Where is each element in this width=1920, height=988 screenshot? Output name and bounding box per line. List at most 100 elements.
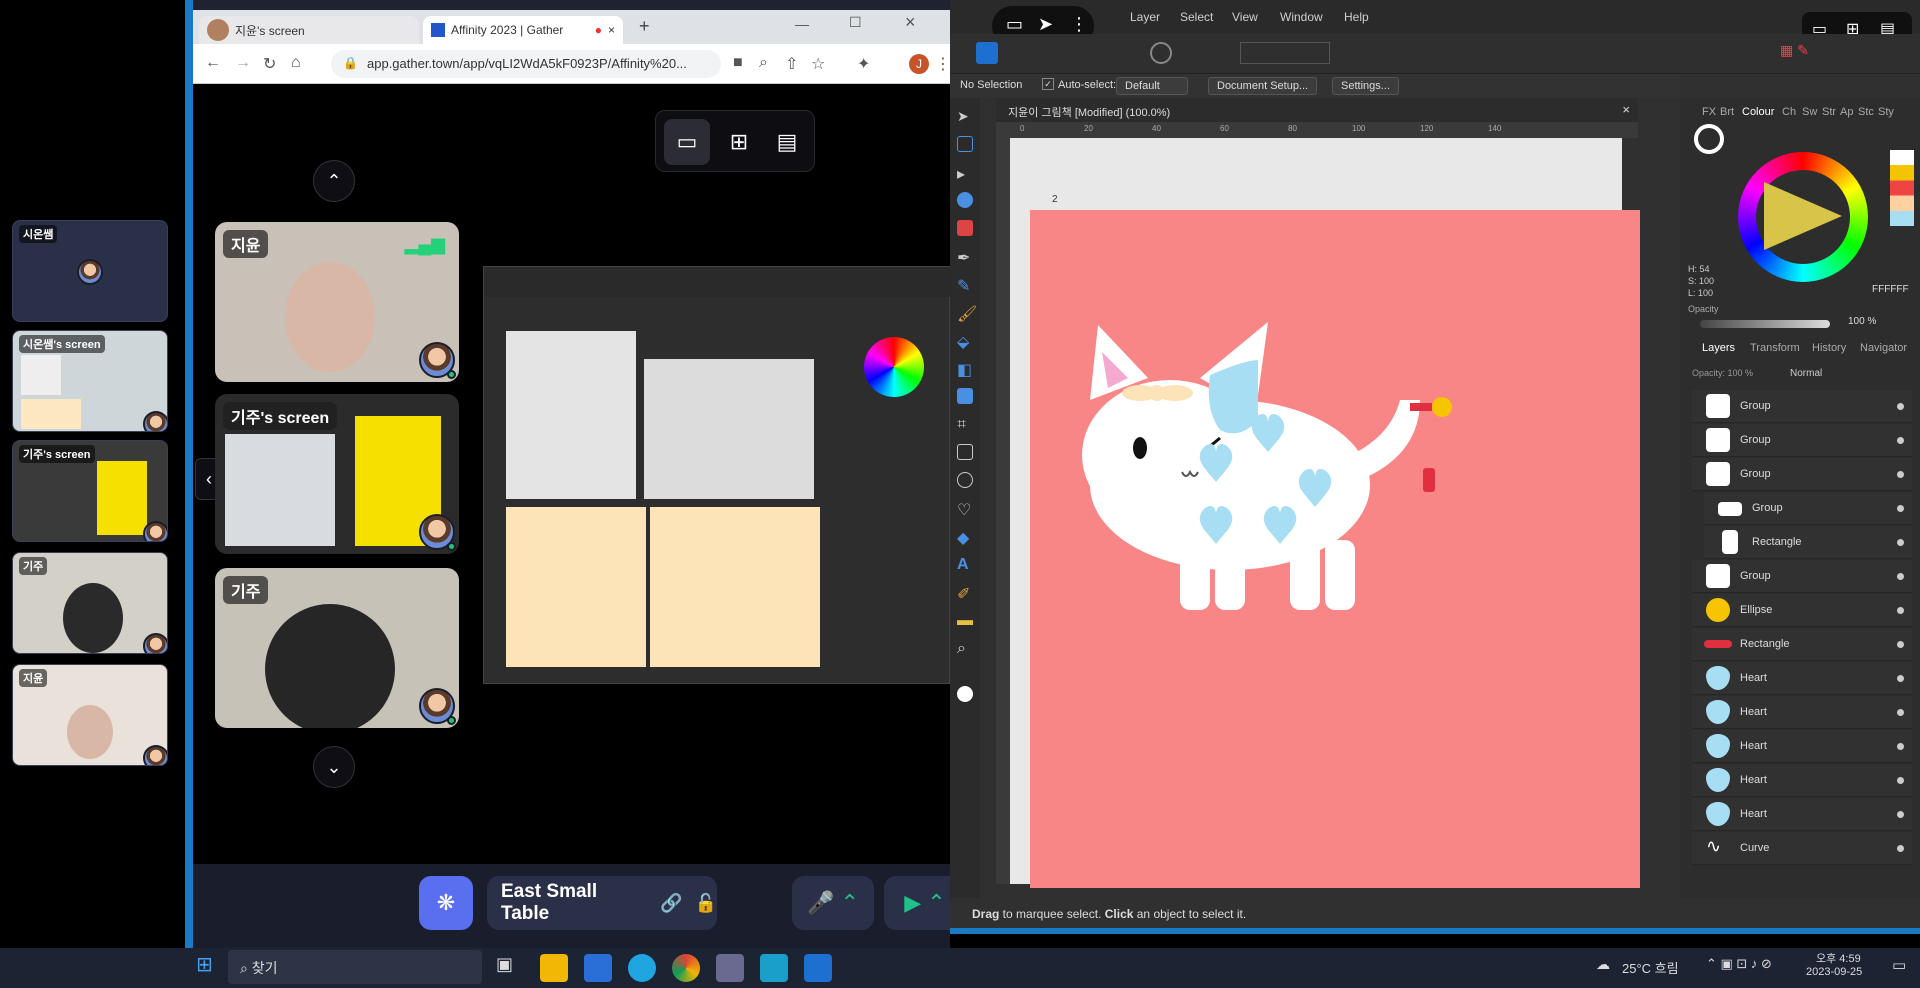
layer-row[interactable]: Rectangle <box>1692 628 1912 661</box>
settings-button[interactable]: Settings... <box>1332 77 1399 95</box>
layer-row[interactable]: Heart <box>1692 662 1912 695</box>
monitor-icon[interactable]: ▭ <box>664 119 710 165</box>
menu-help[interactable]: Help <box>1344 10 1369 24</box>
screen-share-tile[interactable]: 기주's screen <box>12 440 168 542</box>
screen-share-tile[interactable]: 시온쌤's screen <box>12 330 168 432</box>
menu-view[interactable]: View <box>1232 10 1258 24</box>
windows-start-icon[interactable]: ⊞ <box>196 952 213 977</box>
unlock-icon[interactable]: 🔓 <box>695 893 717 914</box>
opacity-value[interactable]: 100 % <box>1848 316 1876 327</box>
layer-row[interactable]: Group <box>1704 492 1912 525</box>
panel-tab[interactable]: FX <box>1702 106 1716 118</box>
move-tool-icon[interactable]: ➤ <box>957 108 973 124</box>
close-icon[interactable]: × <box>608 23 615 37</box>
layer-row[interactable]: Rectangle <box>1704 526 1912 559</box>
cursor-icon[interactable]: ➤ <box>1038 14 1053 35</box>
visibility-icon[interactable] <box>1897 573 1904 580</box>
visibility-icon[interactable] <box>1897 539 1904 546</box>
visibility-icon[interactable] <box>1897 743 1904 750</box>
ruler-tool-icon[interactable]: ▬ <box>957 612 973 629</box>
file-explorer-icon[interactable] <box>540 954 568 982</box>
close-window-icon[interactable]: × <box>905 12 916 33</box>
app-icon[interactable] <box>716 954 744 982</box>
visibility-icon[interactable] <box>1897 811 1904 818</box>
crop-tool-icon[interactable]: ⌗ <box>957 416 973 433</box>
opacity-slider[interactable] <box>1700 320 1830 328</box>
panel-tab[interactable]: Ap <box>1840 106 1853 118</box>
bookmark-icon[interactable]: ☆ <box>811 54 825 74</box>
heart-tool-icon[interactable]: ♡ <box>957 500 973 519</box>
zoom-icon[interactable]: ⌕ <box>759 54 768 72</box>
place-image-icon[interactable] <box>957 388 973 404</box>
screen-share-tile[interactable]: 기주's screen <box>215 394 459 554</box>
colour-wheel[interactable] <box>1738 152 1868 282</box>
visibility-icon[interactable] <box>1897 437 1904 444</box>
task-view-icon[interactable]: ▣ <box>496 954 524 982</box>
reload-icon[interactable]: ↻ <box>263 54 276 74</box>
artboard[interactable] <box>1030 210 1640 888</box>
video-tile[interactable]: 기주 <box>215 568 459 728</box>
tab-screen[interactable]: 지윤's screen <box>199 16 419 44</box>
panel-tab[interactable]: Ch <box>1782 106 1796 118</box>
visibility-icon[interactable] <box>1897 607 1904 614</box>
ellipse-tool-icon[interactable] <box>957 472 973 488</box>
layer-row[interactable]: ∿ Curve <box>1692 832 1912 865</box>
layer-row[interactable]: Group <box>1692 458 1912 491</box>
visibility-icon[interactable] <box>1897 709 1904 716</box>
grid-icon[interactable]: ⊞ <box>716 119 762 165</box>
menu-window[interactable]: Window <box>1280 10 1323 24</box>
auto-select-dropdown[interactable]: Default <box>1116 77 1188 95</box>
visibility-icon[interactable] <box>1897 641 1904 648</box>
document-tab[interactable]: 지윤이 그림책 [Modified] (100.0%) × <box>996 98 1638 122</box>
visibility-icon[interactable] <box>1897 403 1904 410</box>
visibility-icon[interactable] <box>1897 505 1904 512</box>
tray-icons[interactable]: ⌃ ▣ ⊡ ♪ ⊘ <box>1706 956 1772 972</box>
fill-swatch[interactable] <box>1694 124 1724 154</box>
panel-tab[interactable]: Str <box>1822 106 1836 118</box>
notification-icon[interactable]: ▭ <box>1892 956 1906 974</box>
panel-tab[interactable]: Stc <box>1858 106 1874 118</box>
participant-tile[interactable]: 지윤 <box>12 664 168 766</box>
visibility-icon[interactable] <box>1897 471 1904 478</box>
home-icon[interactable]: ⌂ <box>291 54 301 72</box>
panel-tab-transform[interactable]: Transform <box>1750 342 1800 354</box>
fill-tool-icon[interactable]: ⬙ <box>957 332 973 351</box>
artboard-tool-icon[interactable] <box>957 136 973 152</box>
layer-row[interactable]: Group <box>1692 390 1912 423</box>
link-icon[interactable]: 🔗 <box>660 893 682 914</box>
layer-row[interactable]: Group <box>1692 424 1912 457</box>
snapping-icon[interactable] <box>1150 42 1172 64</box>
panel-tab-history[interactable]: History <box>1812 342 1846 354</box>
profile-avatar[interactable]: J <box>909 54 929 74</box>
new-tab-button[interactable]: + <box>639 16 650 37</box>
layer-row[interactable]: Heart <box>1692 696 1912 729</box>
chrome-icon[interactable] <box>672 954 700 982</box>
weather-text[interactable]: 25°C 흐림 <box>1622 958 1679 977</box>
monitor-icon[interactable]: ▭ <box>1006 14 1023 35</box>
search-box[interactable]: ⌕ 찾기 <box>228 950 482 984</box>
panel-tab[interactable]: Brt <box>1720 106 1734 118</box>
close-icon[interactable]: × <box>1622 102 1630 117</box>
shape-tool-icon[interactable]: ◆ <box>957 528 973 547</box>
node-tool-icon[interactable]: ▸ <box>957 164 973 183</box>
camera-icon[interactable]: ■ <box>733 54 743 72</box>
layer-row[interactable]: Heart <box>1692 764 1912 797</box>
more-menu-icon[interactable]: ⋮ <box>935 54 951 74</box>
zoom-tool-icon[interactable]: ⌕ <box>957 640 973 657</box>
weather-icon[interactable]: ☁ <box>1596 956 1610 973</box>
align-group[interactable] <box>1240 42 1330 64</box>
microphone-button[interactable]: 🎤 ⌃ <box>792 876 874 930</box>
gather-menu-button[interactable]: ❋ <box>419 876 473 930</box>
forward-icon[interactable]: → <box>235 54 251 72</box>
clock-time[interactable]: 오후 4:59 <box>1816 950 1861 966</box>
layer-row[interactable]: Group <box>1692 560 1912 593</box>
visibility-icon[interactable] <box>1897 675 1904 682</box>
participant-tile[interactable]: 기주 <box>12 552 168 654</box>
fill-stroke-swatch[interactable] <box>957 686 973 702</box>
bird-app-icon[interactable] <box>760 954 788 982</box>
text-tool-icon[interactable]: A <box>957 556 973 573</box>
hex-field[interactable]: FFFFFF <box>1872 284 1909 295</box>
share-icon[interactable]: ⇧ <box>785 54 798 74</box>
menu-layer[interactable]: Layer <box>1130 10 1160 24</box>
store-icon[interactable] <box>584 954 612 982</box>
